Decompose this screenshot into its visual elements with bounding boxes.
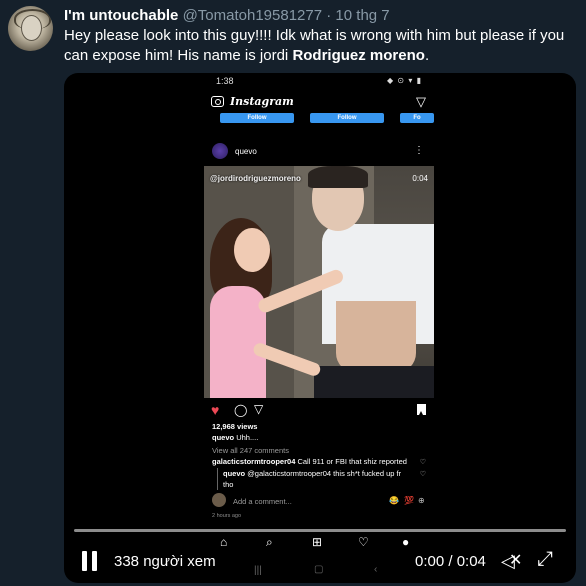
time-ago: 2 hours ago bbox=[212, 513, 242, 519]
tweet-header: I'm untouchable @Tomatoh19581277 · 10 th… bbox=[64, 7, 390, 24]
viewer-count: 338 người xem bbox=[114, 553, 216, 570]
direct-icon: ▽ bbox=[416, 94, 426, 109]
girl-face bbox=[234, 228, 270, 272]
video-duration: 0:04 bbox=[412, 174, 428, 183]
emoji-laugh-icon: 😂 bbox=[389, 496, 399, 505]
heart-icon: ♥ bbox=[211, 402, 220, 418]
tweet-date[interactable]: 10 thg 7 bbox=[335, 7, 389, 24]
view-all-comments: View all 247 comments bbox=[212, 446, 289, 455]
video-watermark: @jordirodriguezmoreno bbox=[210, 174, 301, 183]
emoji-100-icon: 💯 bbox=[404, 496, 414, 505]
post-actions: ♥ ◯ ▽ bbox=[204, 402, 434, 419]
man-belly bbox=[336, 301, 416, 373]
app-title: Instagram bbox=[230, 95, 294, 108]
caption-text: Uhh.... bbox=[236, 433, 259, 442]
comment: galacticstormtrooper04 Call 911 or FBI t… bbox=[212, 457, 407, 466]
comment-user: galacticstormtrooper04 bbox=[212, 457, 296, 466]
add-comment-row: Add a comment... 😂 💯 ⊕ bbox=[204, 493, 434, 509]
man-pants bbox=[314, 366, 434, 398]
caption: quevo Uhh.... bbox=[212, 433, 258, 442]
suggested-follow-row: Follow Follow Fo bbox=[204, 113, 434, 127]
video-player[interactable]: 1:38 ◆ ⊙ ▾ ▮ Instagram ▽ Follow Follow F… bbox=[64, 73, 576, 583]
mute-icon[interactable]: ◁ ✕ bbox=[496, 551, 523, 571]
send-icon: ▽ bbox=[254, 402, 264, 416]
timecode: 0:00 / 0:04 bbox=[415, 553, 486, 570]
status-time: 1:38 bbox=[216, 76, 234, 86]
follow-button: Follow bbox=[310, 113, 384, 123]
separator: · bbox=[326, 7, 332, 24]
reply-user: quevo bbox=[223, 469, 246, 478]
player-controls: 338 người xem 0:00 / 0:04 ◁ ✕ ⤢ bbox=[64, 543, 576, 581]
reply: quevo @galacticstormtrooper04 this sh*t … bbox=[223, 469, 401, 478]
follow-button-partial: Fo bbox=[400, 113, 434, 123]
status-icons: ◆ ⊙ ▾ ▮ bbox=[387, 76, 422, 85]
tweet-text-end: . bbox=[424, 47, 430, 64]
post-username: quevo bbox=[235, 147, 257, 156]
post-avatar bbox=[212, 143, 228, 159]
progress-bar[interactable] bbox=[74, 529, 566, 532]
man-hair bbox=[308, 166, 368, 188]
small-heart-icon: ♡ bbox=[419, 471, 426, 478]
bookmark-icon bbox=[417, 404, 426, 415]
tweet-text-bold: Rodriguez moreno bbox=[292, 47, 425, 64]
more-icon: ⋮ bbox=[414, 145, 424, 156]
add-emoji-icon: ⊕ bbox=[418, 496, 425, 505]
display-name[interactable]: I'm untouchable bbox=[64, 7, 178, 24]
handle[interactable]: @Tomatoh19581277 bbox=[183, 7, 323, 24]
camera-icon bbox=[211, 96, 224, 107]
reply-continued: tho bbox=[223, 480, 234, 489]
small-heart-icon: ♡ bbox=[419, 459, 426, 466]
avatar-face bbox=[21, 15, 42, 41]
caption-user: quevo bbox=[212, 433, 235, 442]
mute-x-glyph: ✕ bbox=[509, 552, 523, 569]
comment-icon: ◯ bbox=[234, 403, 248, 417]
post-header: quevo ⋮ bbox=[204, 143, 434, 161]
post-video: @jordirodriguezmoreno 0:04 bbox=[204, 166, 434, 398]
tweet-text: Hey please look into this guy!!!! Idk wh… bbox=[64, 26, 576, 66]
comment-text: Call 911 or FBI that shiz reported bbox=[297, 457, 407, 466]
phone-screen: 1:38 ◆ ⊙ ▾ ▮ Instagram ▽ Follow Follow F… bbox=[204, 73, 434, 583]
reply-thread-line bbox=[217, 468, 218, 490]
avatar[interactable] bbox=[8, 6, 53, 51]
follow-button: Follow bbox=[220, 113, 294, 123]
view-count: 12,968 views bbox=[212, 422, 258, 431]
pause-icon[interactable] bbox=[82, 551, 98, 571]
add-comment-placeholder: Add a comment... bbox=[233, 497, 292, 506]
fullscreen-icon[interactable]: ⤢ bbox=[537, 548, 553, 571]
viewer-avatar bbox=[212, 493, 226, 507]
reply-text: @galacticstormtrooper04 this sh*t fucked… bbox=[247, 469, 402, 478]
